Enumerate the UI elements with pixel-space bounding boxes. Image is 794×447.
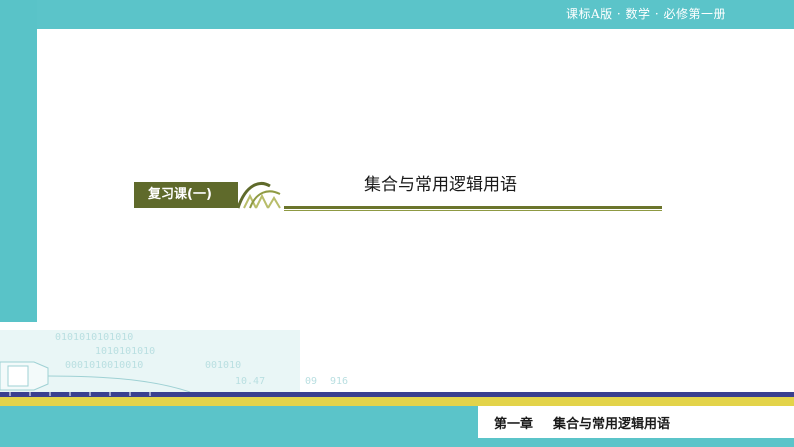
course-tag: 课标A版 · 数学 · 必修第一册: [565, 7, 726, 21]
footer-chapter: 第一章 集合与常用逻辑用语: [494, 413, 670, 432]
binary-text-5: 10.47: [235, 376, 265, 387]
chapter-number: 第一章: [494, 417, 534, 432]
title-rule-thin: [284, 210, 662, 211]
binary-text-4: 001010: [205, 360, 241, 371]
binary-text-7: 916: [330, 376, 348, 387]
binary-text-1: 0101010101010: [55, 332, 133, 343]
binary-text-2: 1010101010: [95, 346, 155, 357]
binary-text-3: 0001010010010: [65, 360, 143, 371]
ruler-strip: [0, 392, 794, 397]
chapter-title: 集合与常用逻辑用语: [553, 417, 671, 432]
binary-text-6: 09: [305, 376, 317, 387]
title-block: 复习课(一) 集合与常用逻辑用语: [134, 160, 662, 214]
top-band: 课标A版 · 数学 · 必修第一册: [0, 0, 794, 29]
binary-decoration: 0101010101010 1010101010 0001010010010 0…: [0, 322, 794, 392]
title-rule: [284, 206, 662, 209]
slide-title: 集合与常用逻辑用语: [364, 175, 517, 195]
bottom-edge: [0, 438, 794, 447]
lesson-badge: 复习课(一): [134, 182, 238, 208]
